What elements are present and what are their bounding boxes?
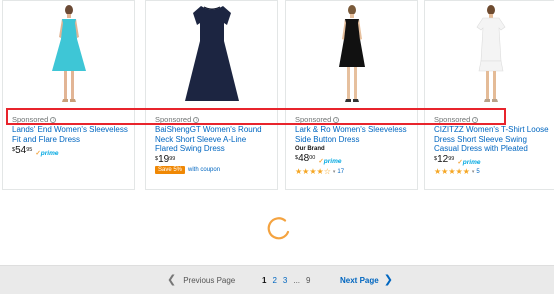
product-title-link[interactable]: Lark & Ro Women's Sleeveless Side Button… bbox=[295, 125, 419, 144]
chevron-down-icon[interactable]: ▾ bbox=[333, 169, 336, 175]
prime-badge-icon: ✓prime bbox=[318, 158, 342, 165]
product-card-4[interactable]: Sponsored i CIZITZZ Women's T-Shirt Loos… bbox=[424, 0, 554, 190]
sponsored-label: Sponsored i bbox=[12, 115, 57, 124]
prime-badge-icon: ✓prime bbox=[35, 150, 59, 157]
next-page-button[interactable]: Next Page ❯ bbox=[340, 273, 393, 286]
star-rating-icon: ★★★★★ bbox=[434, 167, 470, 176]
star-rating-icon: ★★★★☆ bbox=[295, 167, 331, 176]
product-image-2[interactable] bbox=[146, 1, 277, 109]
brand-label: Our Brand bbox=[295, 146, 325, 152]
loading-spinner-icon bbox=[267, 217, 290, 240]
previous-page-button[interactable]: ❮ Previous Page bbox=[167, 273, 235, 286]
product-card-3[interactable]: Sponsored i Lark & Ro Women's Sleeveless… bbox=[285, 0, 418, 190]
review-count[interactable]: 5 bbox=[476, 169, 479, 175]
page-ellipsis: ... bbox=[293, 276, 301, 285]
info-icon[interactable]: i bbox=[472, 116, 479, 123]
product-price: $ 12 99 ✓prime bbox=[434, 154, 481, 167]
product-price: $ 54 95 ✓prime bbox=[12, 145, 59, 158]
page-numbers: 1 2 3 ... 9 bbox=[262, 276, 310, 285]
product-image-3[interactable] bbox=[286, 1, 417, 109]
info-icon[interactable]: i bbox=[193, 116, 200, 123]
prime-badge-icon: ✓prime bbox=[457, 159, 481, 166]
coupon-badge: Save 5% bbox=[155, 166, 186, 174]
product-price: $ 19 99 bbox=[155, 154, 176, 165]
product-title-link[interactable]: Lands' End Women's Sleeveless Fit and Fl… bbox=[12, 125, 136, 144]
info-icon[interactable]: i bbox=[333, 116, 340, 123]
sponsored-label: Sponsored i bbox=[434, 115, 479, 124]
product-card-1[interactable]: Sponsored i Lands' End Women's Sleeveles… bbox=[2, 0, 135, 190]
review-count[interactable]: 17 bbox=[337, 169, 344, 175]
page-last: 9 bbox=[306, 276, 311, 285]
sponsored-label: Sponsored i bbox=[155, 115, 200, 124]
product-image-4[interactable] bbox=[425, 1, 554, 109]
product-card-2[interactable]: Sponsored i BaiShengGT Women's Round Nec… bbox=[145, 0, 278, 190]
rating[interactable]: ★★★★☆ ▾ 17 bbox=[295, 167, 344, 176]
info-icon[interactable]: i bbox=[50, 116, 57, 123]
coupon-offer[interactable]: Save 5% with coupon bbox=[155, 166, 220, 174]
chevron-right-icon: ❯ bbox=[383, 273, 393, 286]
chevron-left-icon: ❮ bbox=[167, 273, 177, 286]
page-1[interactable]: 1 bbox=[262, 276, 266, 285]
product-price: $ 48 00 ✓prime bbox=[295, 153, 342, 166]
product-title-link[interactable]: CIZITZZ Women's T-Shirt Loose Dress Shor… bbox=[434, 125, 554, 154]
product-title-link[interactable]: BaiShengGT Women's Round Neck Short Slee… bbox=[155, 125, 279, 154]
page-2[interactable]: 2 bbox=[272, 276, 276, 285]
product-image-1[interactable] bbox=[3, 1, 134, 109]
sponsored-label: Sponsored i bbox=[295, 115, 340, 124]
rating[interactable]: ★★★★★ ▾ 5 bbox=[434, 167, 480, 176]
page-3[interactable]: 3 bbox=[283, 276, 287, 285]
pagination-bar: ❮ Previous Page 1 2 3 ... 9 Next Page ❯ bbox=[0, 265, 554, 294]
chevron-down-icon[interactable]: ▾ bbox=[472, 169, 475, 175]
